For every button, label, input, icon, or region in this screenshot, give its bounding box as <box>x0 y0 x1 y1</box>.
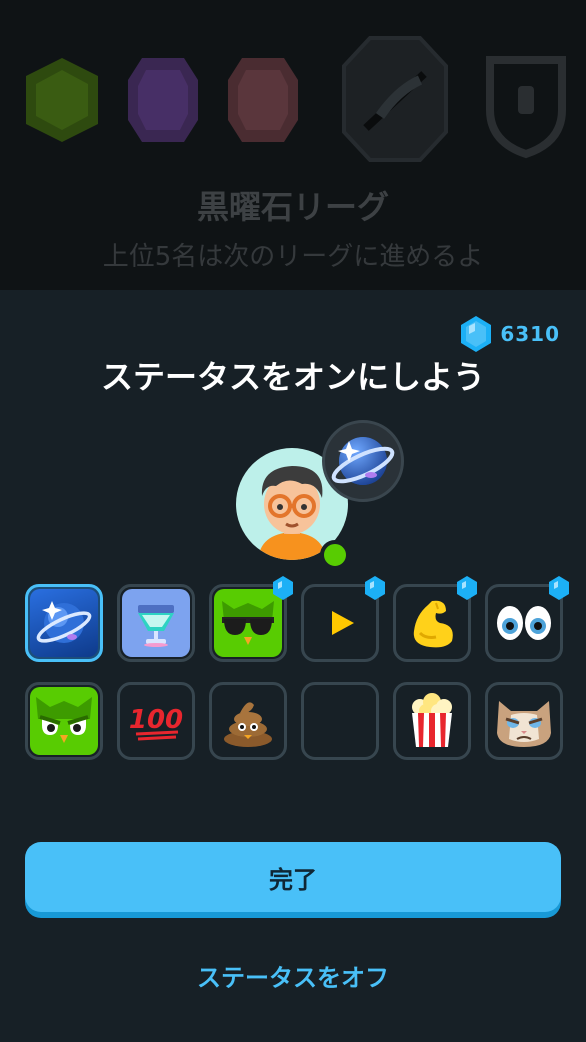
popcorn-icon <box>412 693 452 747</box>
obsidian-league-icon <box>342 36 448 162</box>
emerald-league-icon <box>26 58 98 142</box>
status-tile-poop[interactable] <box>209 682 287 760</box>
sheet-title: ステータスをオンにしよう <box>100 358 485 396</box>
online-indicator <box>320 540 350 570</box>
status-tile-eyes[interactable] <box>485 576 569 662</box>
status-tile-hundred-points[interactable]: 100 <box>117 682 195 760</box>
eyes-icon <box>497 606 551 640</box>
status-tile-cool-owl[interactable] <box>209 576 293 662</box>
selected-status-bubble <box>322 420 404 502</box>
locked-league-icon <box>486 56 566 159</box>
planet-icon <box>331 437 395 485</box>
status-off-link[interactable]: ステータスをオフ <box>0 958 586 993</box>
amethyst-league-icon <box>128 58 198 142</box>
cool-owl-icon <box>222 601 274 645</box>
grumpy-cat-icon <box>497 701 551 747</box>
premium-gem-icon <box>549 576 569 600</box>
gem-counter: 6310 <box>460 314 560 354</box>
hundred-points-icon: 100 <box>129 705 183 741</box>
trophy-cup-icon <box>138 605 174 647</box>
league-subtitle: 上位5名は次のリーグに進めるよ <box>102 242 484 272</box>
league-icons-row <box>26 36 566 162</box>
flexed-bicep-icon <box>413 600 453 648</box>
league-title: 黒曜石リーグ <box>196 188 389 226</box>
poop-icon <box>224 702 272 747</box>
gem-icon <box>461 316 492 352</box>
angry-owl-icon <box>36 697 92 743</box>
premium-gem-icon <box>365 576 385 600</box>
gem-count: 6310 <box>500 322 560 346</box>
status-tile-flexed-bicep[interactable] <box>393 576 477 662</box>
status-tile-play[interactable] <box>301 576 385 662</box>
done-button[interactable]: 完了 <box>25 842 561 912</box>
planet-icon <box>36 601 92 643</box>
status-tile-popcorn[interactable] <box>393 682 471 760</box>
status-tile-grumpy-cat[interactable] <box>485 682 563 760</box>
status-tile-planet[interactable] <box>25 584 103 662</box>
status-tile-trophy-cup[interactable] <box>117 584 195 662</box>
status-tile-empty[interactable] <box>301 682 379 760</box>
league-header-dimmed: 黒曜石リーグ 上位5名は次のリーグに進めるよ <box>0 0 586 300</box>
svg-text:100: 100 <box>129 705 183 735</box>
pearl-league-icon <box>228 58 298 142</box>
status-bottom-sheet: 6310 ステータスをオンにしよう 100 完了 ステータスをオフ <box>0 290 586 1042</box>
play-icon <box>332 611 354 635</box>
premium-gem-icon <box>457 576 477 600</box>
user-avatar-preview <box>234 420 404 570</box>
premium-gem-icon <box>273 576 293 600</box>
status-tile-angry-owl[interactable] <box>25 682 103 760</box>
